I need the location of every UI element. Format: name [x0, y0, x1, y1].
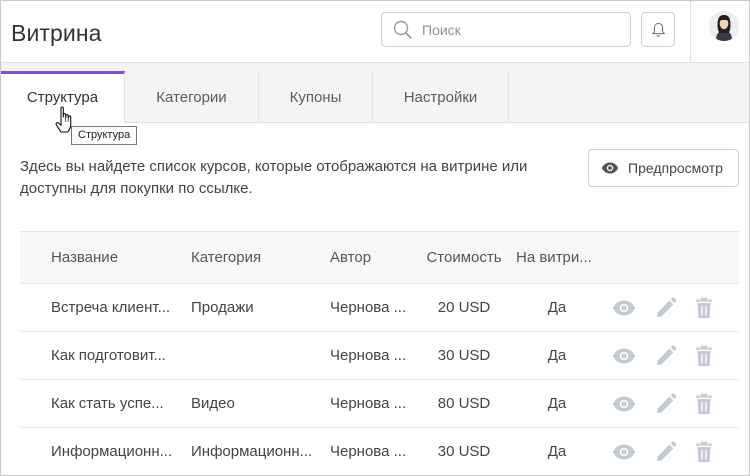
trash-icon[interactable] — [692, 344, 716, 368]
pencil-icon[interactable] — [654, 392, 678, 416]
trash-icon[interactable] — [692, 296, 716, 320]
table-row[interactable]: Встреча клиент... Продажи Чернова ... 20… — [20, 284, 739, 332]
course-on-showcase: Да — [547, 395, 567, 412]
row-actions — [612, 428, 722, 475]
pencil-icon[interactable] — [654, 296, 678, 320]
row-actions — [612, 380, 722, 427]
row-actions — [612, 284, 722, 331]
course-name: Как стать успе... — [51, 395, 164, 412]
preview-button[interactable]: Предпросмотр — [588, 149, 739, 187]
course-name: Информационн... — [51, 443, 173, 460]
course-name: Как подготовит... — [51, 347, 166, 364]
notifications-button[interactable] — [641, 12, 675, 47]
table-row[interactable]: Информационн... Информационн... Чернова … — [20, 428, 739, 475]
header-divider — [690, 1, 691, 62]
table-header: Название Категория Автор Стоимость На ви… — [20, 231, 739, 284]
course-name: Встреча клиент... — [51, 299, 171, 316]
course-category — [191, 332, 321, 379]
search-box[interactable] — [381, 12, 631, 47]
row-actions — [612, 332, 722, 379]
bell-icon — [651, 22, 666, 37]
avatar-icon — [709, 11, 739, 41]
course-author: Чернова ... — [330, 299, 407, 316]
search-input[interactable] — [422, 13, 622, 46]
table-row[interactable]: Как стать успе... Видео Чернова ... 80 U… — [20, 380, 739, 428]
course-on-showcase: Да — [547, 299, 567, 316]
eye-icon[interactable] — [612, 344, 636, 368]
course-price: 30 USD — [437, 443, 491, 460]
preview-button-label: Предпросмотр — [628, 160, 723, 176]
eye-icon[interactable] — [612, 296, 636, 320]
course-author: Чернова ... — [330, 443, 407, 460]
pencil-icon[interactable] — [654, 440, 678, 464]
search-icon — [393, 20, 412, 39]
eye-icon[interactable] — [612, 392, 636, 416]
column-header-price[interactable]: Стоимость — [420, 232, 508, 283]
column-header-name[interactable]: Название — [51, 232, 181, 283]
course-price: 30 USD — [437, 347, 491, 364]
tab-categories[interactable]: Категории — [125, 72, 259, 123]
table-row[interactable]: Как подготовит... Чернова ... 30 USD Да — [20, 332, 739, 380]
course-price: 80 USD — [437, 395, 491, 412]
user-avatar[interactable] — [709, 11, 739, 41]
eye-icon[interactable] — [612, 440, 636, 464]
app-window: Витрина Поиск Структура Категории Купоны… — [0, 0, 750, 476]
tab-settings[interactable]: Настройки — [373, 72, 509, 123]
course-category: Информационн... — [191, 443, 313, 460]
column-header-author[interactable]: Автор — [330, 232, 415, 283]
tab-coupons[interactable]: Купоны — [259, 72, 373, 123]
courses-table: Название Категория Автор Стоимость На ви… — [20, 231, 739, 475]
page-title: Витрина — [11, 20, 102, 46]
course-author: Чернова ... — [330, 347, 407, 364]
course-on-showcase: Да — [547, 443, 567, 460]
course-category: Продажи — [191, 299, 254, 316]
tab-bar: Структура Категории Купоны Настройки — [1, 63, 749, 123]
eye-icon — [601, 162, 619, 174]
course-price: 20 USD — [437, 299, 491, 316]
tab-tooltip: Структура — [71, 126, 138, 145]
column-header-on-showcase[interactable]: На витри... — [516, 232, 604, 283]
pencil-icon[interactable] — [654, 344, 678, 368]
top-header: Витрина — [1, 1, 749, 63]
column-header-category[interactable]: Категория — [191, 232, 321, 283]
course-category: Видео — [191, 395, 235, 412]
course-author: Чернова ... — [330, 395, 407, 412]
trash-icon[interactable] — [692, 392, 716, 416]
trash-icon[interactable] — [692, 440, 716, 464]
showcase-description: Здесь вы найдете список курсов, которые … — [20, 158, 528, 197]
course-on-showcase: Да — [547, 347, 567, 364]
